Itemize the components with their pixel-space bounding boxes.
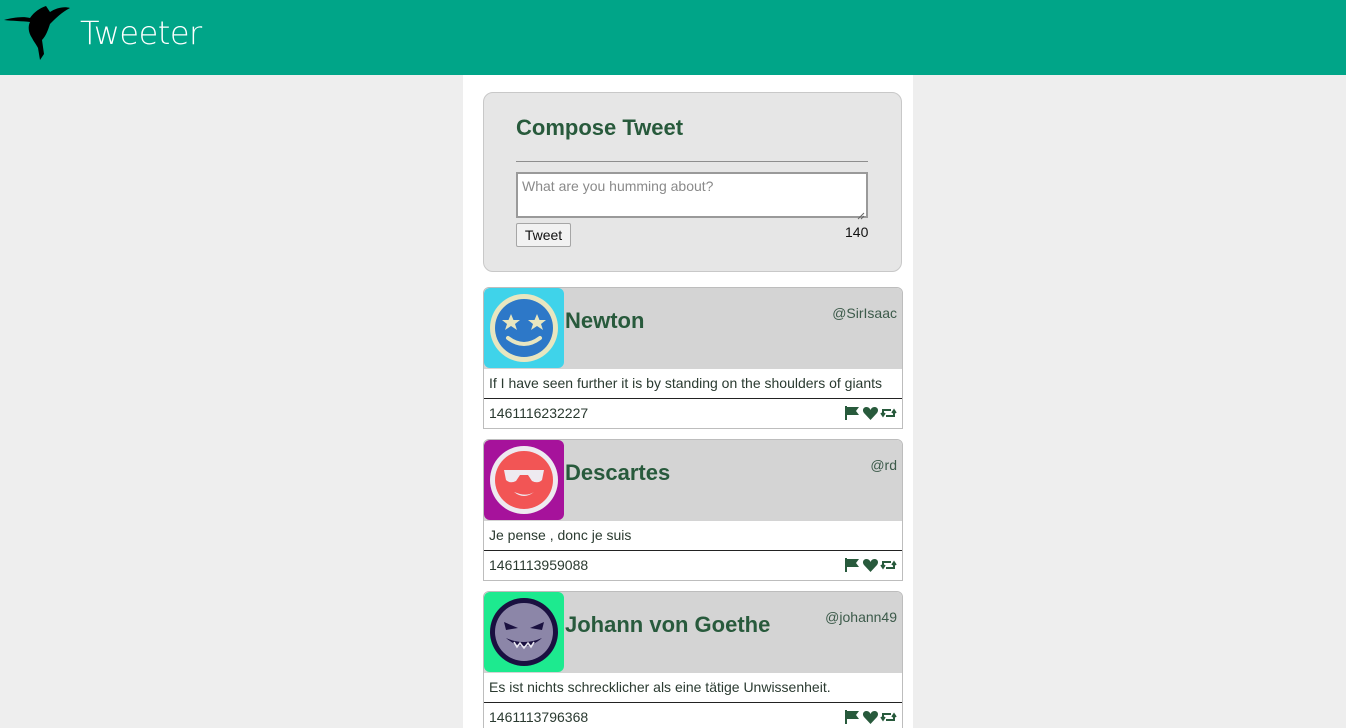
avatar xyxy=(484,440,564,520)
tweet-actions xyxy=(844,556,897,574)
tweet-divider xyxy=(484,550,902,551)
evil-grin-face-icon xyxy=(490,598,558,666)
retweet-icon[interactable] xyxy=(880,557,897,573)
sunglasses-face-icon xyxy=(490,446,558,514)
tweet-header: Johann von Goethe @johann49 xyxy=(484,592,902,673)
tweet-author-handle: @SirIsaac xyxy=(832,305,897,321)
flag-icon[interactable] xyxy=(844,557,861,573)
compose-divider xyxy=(516,161,868,162)
star-eyes-face-icon xyxy=(490,294,558,362)
tweet-author-handle: @rd xyxy=(870,457,897,473)
tweet-author-handle: @johann49 xyxy=(825,609,897,625)
tweet-actions xyxy=(844,404,897,422)
tweet-text: Je pense , donc je suis xyxy=(489,527,632,543)
app-title: Tweeter xyxy=(80,14,202,52)
tweet-divider xyxy=(484,398,902,399)
tweet-author-name: Descartes xyxy=(565,460,671,485)
avatar xyxy=(484,592,564,672)
flag-icon[interactable] xyxy=(844,709,861,725)
retweet-icon[interactable] xyxy=(880,709,897,725)
tweet-timestamp: 1461116232227 xyxy=(489,405,589,421)
flag-icon[interactable] xyxy=(844,405,861,421)
tweet-timestamp: 1461113959088 xyxy=(489,557,589,573)
tweet-divider xyxy=(484,702,902,703)
tweet-timestamp: 1461113796368 xyxy=(489,709,589,725)
tweet-input[interactable] xyxy=(516,172,868,218)
heart-icon[interactable] xyxy=(862,557,879,573)
tweet-author-name: Johann von Goethe xyxy=(565,612,771,637)
navbar: Tweeter xyxy=(0,0,1346,75)
tweet-text: Es ist nichts schrecklicher als eine tät… xyxy=(489,679,831,695)
tweet-header: Newton @SirIsaac xyxy=(484,288,902,369)
compose-title: Compose Tweet xyxy=(516,115,684,140)
hummingbird-icon[interactable] xyxy=(2,2,72,62)
tweet-card: Descartes @rd Je pense , donc je suis 14… xyxy=(483,439,903,581)
tweet-actions xyxy=(844,708,897,726)
avatar xyxy=(484,288,564,368)
tweet-button[interactable]: Tweet xyxy=(516,223,571,247)
tweet-card: Johann von Goethe @johann49 Es ist nicht… xyxy=(483,591,903,728)
main-column: Compose Tweet Tweet 140 Newton @SirIsaac… xyxy=(463,75,913,728)
retweet-icon[interactable] xyxy=(880,405,897,421)
tweet-author-name: Newton xyxy=(565,308,645,333)
tweet-text: If I have seen further it is by standing… xyxy=(489,375,883,391)
tweet-header: Descartes @rd xyxy=(484,440,902,521)
heart-icon[interactable] xyxy=(862,405,879,421)
heart-icon[interactable] xyxy=(862,709,879,725)
tweet-card: Newton @SirIsaac If I have seen further … xyxy=(483,287,903,429)
character-counter: 140 xyxy=(845,224,869,240)
compose-panel: Compose Tweet Tweet 140 xyxy=(483,92,902,272)
